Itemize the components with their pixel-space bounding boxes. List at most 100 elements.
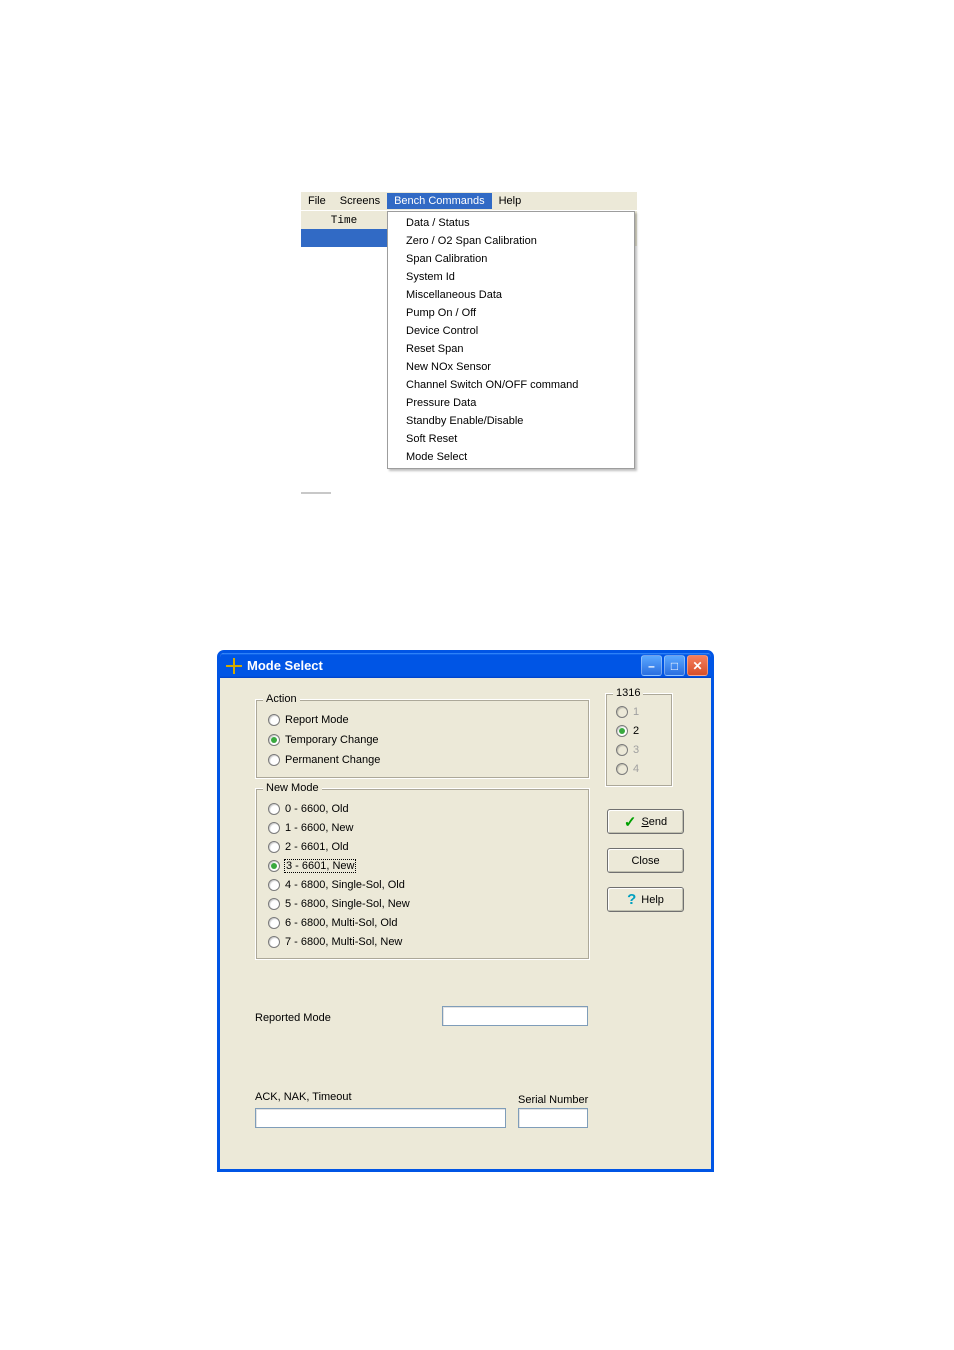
radio-mode-1[interactable]: 1 - 6600, New <box>268 820 353 836</box>
close-icon: ✕ <box>692 660 702 672</box>
menu-file[interactable]: File <box>301 193 333 209</box>
menu-soft-reset[interactable]: Soft Reset <box>388 430 634 448</box>
radio-mode-6[interactable]: 6 - 6800, Multi-Sol, Old <box>268 915 398 931</box>
radio-icon <box>616 725 628 737</box>
radio-label: 6 - 6800, Multi-Sol, Old <box>285 917 398 929</box>
menu-reset-span[interactable]: Reset Span <box>388 340 634 358</box>
radio-mode-7[interactable]: 7 - 6800, Multi-Sol, New <box>268 934 402 950</box>
radio-1316-4: 4 <box>616 761 639 777</box>
radio-icon <box>268 860 280 872</box>
titlebar[interactable]: Mode Select – □ ✕ <box>220 653 711 678</box>
client-area: Action Report Mode Temporary Change Perm… <box>220 678 711 1169</box>
window-border-fragment <box>301 492 331 494</box>
close-dialog-button[interactable]: Close <box>607 848 684 873</box>
radio-icon <box>268 714 280 726</box>
selected-cell[interactable] <box>301 229 387 247</box>
app-icon <box>226 658 242 674</box>
reported-mode-label: Reported Mode <box>255 1012 331 1024</box>
radio-mode-0[interactable]: 0 - 6600, Old <box>268 801 349 817</box>
reported-mode-field[interactable] <box>442 1006 588 1026</box>
mode-select-window: Mode Select – □ ✕ Action Report Mode Tem… <box>217 650 714 1172</box>
radio-label: 4 - 6800, Single-Sol, Old <box>285 879 405 891</box>
group-1316-legend: 1316 <box>613 687 643 699</box>
menu-help[interactable]: Help <box>492 193 529 209</box>
radio-mode-2[interactable]: 2 - 6601, Old <box>268 839 349 855</box>
menu-data-status[interactable]: Data / Status <box>388 214 634 232</box>
radio-mode-4[interactable]: 4 - 6800, Single-Sol, Old <box>268 877 405 893</box>
menu-bench-commands[interactable]: Bench Commands <box>387 193 492 209</box>
radio-icon <box>616 763 628 775</box>
radio-icon <box>268 841 280 853</box>
radio-icon <box>268 734 280 746</box>
ack-nak-timeout-field[interactable] <box>255 1108 506 1128</box>
app-window-menubar: File Screens Bench Commands Help Time Da… <box>301 192 637 492</box>
radio-icon <box>268 754 280 766</box>
radio-icon <box>268 879 280 891</box>
menu-pressure-data[interactable]: Pressure Data <box>388 394 634 412</box>
radio-report-mode[interactable]: Report Mode <box>268 712 349 728</box>
help-icon: ? <box>627 891 636 908</box>
radio-icon <box>268 917 280 929</box>
menu-device-control[interactable]: Device Control <box>388 322 634 340</box>
radio-icon <box>268 936 280 948</box>
radio-label: 2 <box>633 725 639 737</box>
send-button-label: Send <box>641 816 667 828</box>
column-header-time: Time <box>301 213 387 227</box>
radio-mode-5[interactable]: 5 - 6800, Single-Sol, New <box>268 896 410 912</box>
group-1316: 1316 1 2 3 4 <box>605 693 673 787</box>
ack-nak-timeout-label: ACK, NAK, Timeout <box>255 1091 352 1103</box>
radio-label: Temporary Change <box>285 734 379 746</box>
radio-label: 5 - 6800, Single-Sol, New <box>285 898 410 910</box>
minimize-button[interactable]: – <box>641 655 662 676</box>
menu-mode-select[interactable]: Mode Select <box>388 448 634 466</box>
radio-icon <box>616 706 628 718</box>
menu-span-calibration[interactable]: Span Calibration <box>388 250 634 268</box>
help-button-label: Help <box>641 894 664 906</box>
check-icon: ✓ <box>624 813 637 831</box>
radio-label: 4 <box>633 763 639 775</box>
radio-label: 1 - 6600, New <box>285 822 353 834</box>
menu-channel-switch-on-off[interactable]: Channel Switch ON/OFF command <box>388 376 634 394</box>
menu-standby-enable-disable[interactable]: Standby Enable/Disable <box>388 412 634 430</box>
radio-label: 7 - 6800, Multi-Sol, New <box>285 936 402 948</box>
menu-screens[interactable]: Screens <box>333 193 387 209</box>
maximize-button[interactable]: □ <box>664 655 685 676</box>
radio-1316-1: 1 <box>616 704 639 720</box>
radio-label: Permanent Change <box>285 754 380 766</box>
window-title: Mode Select <box>247 658 323 673</box>
radio-icon <box>268 898 280 910</box>
menu-zero-o2-span-calibration[interactable]: Zero / O2 Span Calibration <box>388 232 634 250</box>
serial-number-field[interactable] <box>518 1108 588 1128</box>
group-new-mode: New Mode 0 - 6600, Old 1 - 6600, New 2 -… <box>255 788 590 960</box>
help-button[interactable]: ? Help <box>607 887 684 912</box>
radio-label: 1 <box>633 706 639 718</box>
radio-icon <box>268 822 280 834</box>
menu-pump-on-off[interactable]: Pump On / Off <box>388 304 634 322</box>
group-action-legend: Action <box>263 693 300 705</box>
group-new-mode-legend: New Mode <box>263 782 322 794</box>
radio-label: 3 - 6601, New <box>285 860 355 872</box>
close-button[interactable]: ✕ <box>687 655 708 676</box>
minimize-icon: – <box>648 660 655 672</box>
maximize-icon: □ <box>671 660 678 672</box>
radio-temporary-change[interactable]: Temporary Change <box>268 732 379 748</box>
radio-label: 2 - 6601, Old <box>285 841 349 853</box>
menu-miscellaneous-data[interactable]: Miscellaneous Data <box>388 286 634 304</box>
radio-label: 0 - 6600, Old <box>285 803 349 815</box>
menu-system-id[interactable]: System Id <box>388 268 634 286</box>
radio-1316-2[interactable]: 2 <box>616 723 639 739</box>
radio-mode-3[interactable]: 3 - 6601, New <box>268 858 355 874</box>
menu-new-nox-sensor[interactable]: New NOx Sensor <box>388 358 634 376</box>
radio-1316-3: 3 <box>616 742 639 758</box>
menubar: File Screens Bench Commands Help <box>301 192 637 211</box>
radio-permanent-change[interactable]: Permanent Change <box>268 752 380 768</box>
bench-commands-dropdown: Data / Status Zero / O2 Span Calibration… <box>387 211 635 469</box>
radio-label: 3 <box>633 744 639 756</box>
close-button-label: Close <box>631 855 659 867</box>
radio-icon <box>616 744 628 756</box>
group-action: Action Report Mode Temporary Change Perm… <box>255 699 590 779</box>
serial-number-label: Serial Number <box>518 1094 588 1106</box>
radio-label: Report Mode <box>285 714 349 726</box>
radio-icon <box>268 803 280 815</box>
send-button[interactable]: ✓ Send <box>607 809 684 834</box>
